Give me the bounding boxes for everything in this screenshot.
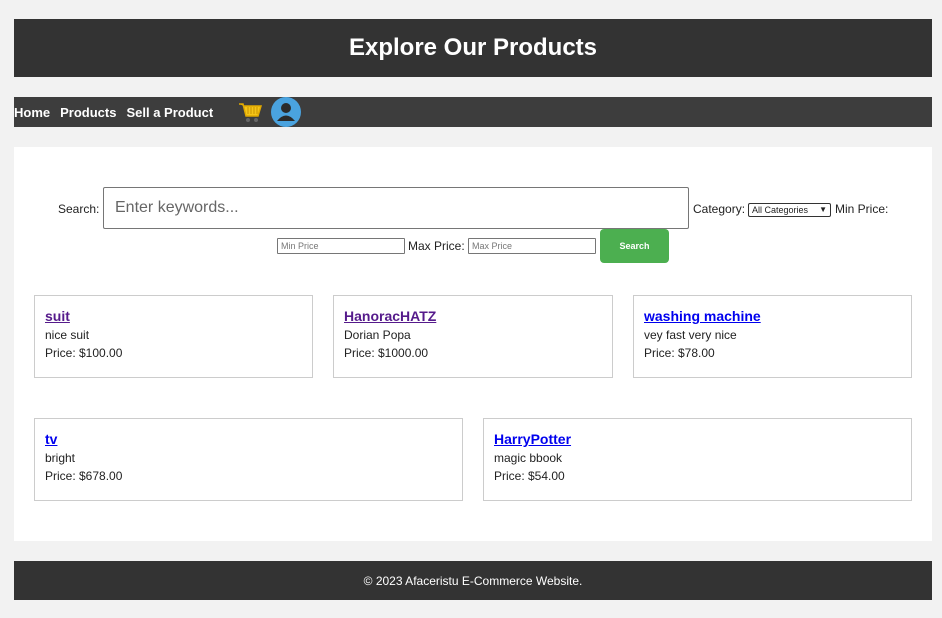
product-description: bright bbox=[45, 451, 76, 465]
category-selected-value: All Categories bbox=[752, 205, 809, 215]
site-header: Explore Our Products bbox=[14, 19, 932, 77]
product-description: magic bbook bbox=[494, 451, 563, 465]
page-title: Explore Our Products bbox=[348, 34, 598, 61]
copyright-text: © 2023 Afaceristu E-Commerce Website. bbox=[363, 573, 583, 588]
product-panel: Search: Category: All Categories ▼ Min P… bbox=[14, 147, 932, 541]
product-name-link[interactable]: HanoracHATZ bbox=[344, 308, 602, 324]
max-price-label: Max Price: bbox=[408, 239, 465, 253]
search-form: Search: Category: All Categories ▼ Min P… bbox=[14, 187, 932, 229]
product-name-link[interactable]: HarryPotter bbox=[494, 431, 901, 447]
search-input[interactable] bbox=[103, 187, 689, 229]
shopping-cart-icon[interactable] bbox=[237, 99, 263, 125]
min-price-label: Min Price: bbox=[835, 202, 889, 216]
search-button[interactable]: Search bbox=[600, 229, 669, 263]
nav-sell-product-link[interactable]: Sell a Product bbox=[126, 105, 213, 120]
nav-products-link[interactable]: Products bbox=[60, 105, 116, 120]
product-price: Price: $78.00 bbox=[644, 346, 715, 360]
chevron-down-icon: ▼ bbox=[819, 205, 827, 214]
nav-bar: Home Products Sell a Product bbox=[14, 97, 932, 127]
search-label: Search: bbox=[58, 202, 100, 216]
product-name-link[interactable]: washing machine bbox=[644, 308, 901, 324]
user-avatar-icon[interactable] bbox=[271, 97, 302, 127]
product-description: vey fast very nice bbox=[644, 328, 737, 342]
site-footer: © 2023 Afaceristu E-Commerce Website. bbox=[14, 561, 932, 600]
product-description: Dorian Popa bbox=[344, 328, 411, 342]
product-price: Price: $54.00 bbox=[494, 469, 565, 483]
category-label: Category: bbox=[693, 202, 746, 216]
max-price-input[interactable] bbox=[468, 238, 596, 254]
product-name-link[interactable]: tv bbox=[45, 431, 452, 447]
min-price-input[interactable] bbox=[277, 238, 405, 254]
product-price: Price: $678.00 bbox=[45, 469, 123, 483]
product-card: suit nice suit Price: $100.00 bbox=[34, 295, 313, 378]
product-card: HanoracHATZ Dorian Popa Price: $1000.00 bbox=[333, 295, 613, 378]
product-price: Price: $1000.00 bbox=[344, 346, 429, 360]
product-description: nice suit bbox=[45, 328, 90, 342]
product-card: washing machine vey fast very nice Price… bbox=[633, 295, 912, 378]
product-price: Price: $100.00 bbox=[45, 346, 123, 360]
product-card: HarryPotter magic bbook Price: $54.00 bbox=[483, 418, 912, 501]
product-name-link[interactable]: suit bbox=[45, 308, 302, 324]
nav-home-link[interactable]: Home bbox=[14, 105, 50, 120]
category-select[interactable]: All Categories ▼ bbox=[748, 203, 831, 217]
product-card: tv bright Price: $678.00 bbox=[34, 418, 463, 501]
